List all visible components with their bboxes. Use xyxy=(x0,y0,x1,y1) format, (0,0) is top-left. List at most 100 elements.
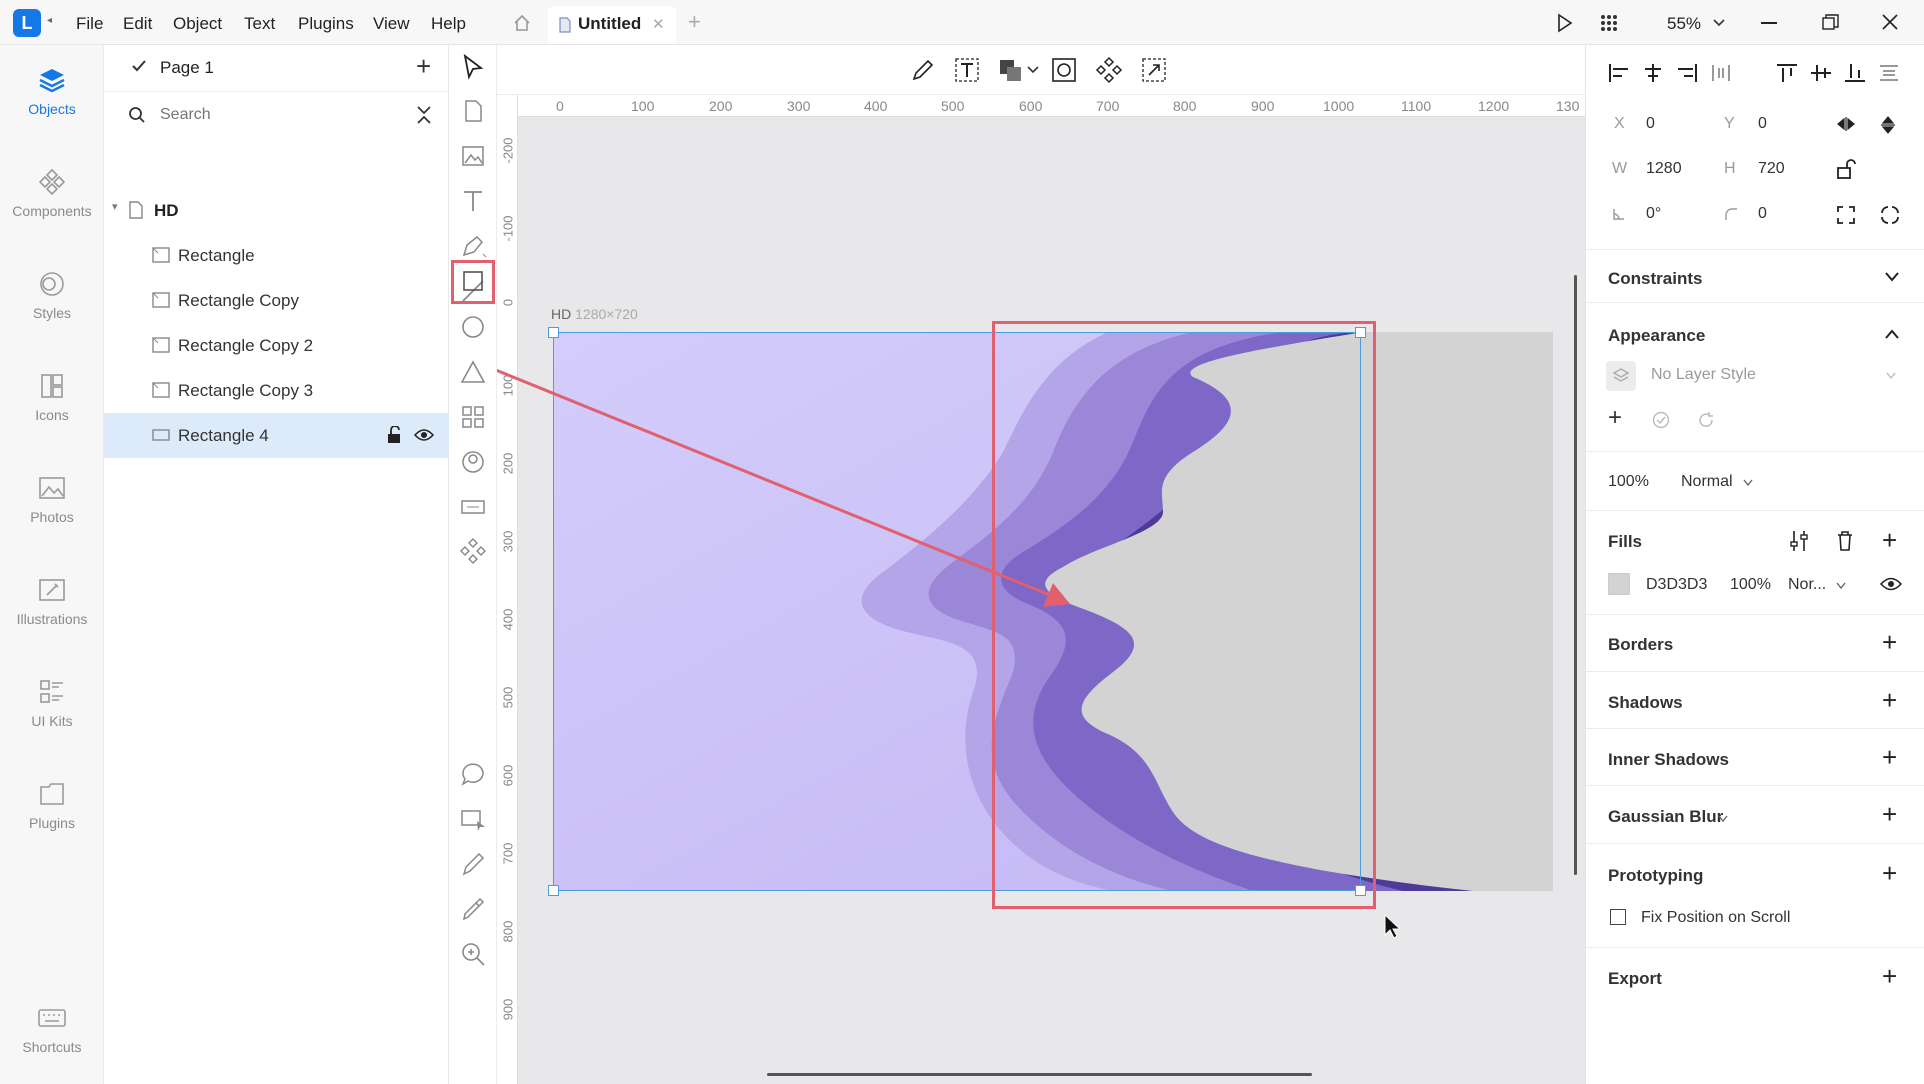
text-frame-icon[interactable] xyxy=(953,56,981,84)
pen-tool-icon[interactable] xyxy=(459,232,487,260)
hotspot-tool-icon[interactable] xyxy=(459,805,487,833)
boolean-union-icon[interactable] xyxy=(997,56,1025,84)
chevron-down-icon[interactable] xyxy=(1884,271,1900,283)
menu-view[interactable]: View xyxy=(373,14,410,34)
text-tool-icon[interactable] xyxy=(459,187,487,215)
add-export-icon[interactable]: + xyxy=(1882,961,1897,992)
grid-apps-icon[interactable] xyxy=(1600,14,1618,32)
appearance-header[interactable]: Appearance xyxy=(1608,326,1705,346)
flip-horizontal-icon[interactable] xyxy=(1836,116,1856,132)
comment-tool-icon[interactable] xyxy=(459,760,487,788)
corners-independent-icon[interactable] xyxy=(1836,205,1856,225)
add-page-icon[interactable]: + xyxy=(416,51,431,82)
corners-smooth-icon[interactable] xyxy=(1880,205,1900,225)
expand-caret-icon[interactable]: ▾ xyxy=(112,200,118,213)
page-selector[interactable]: Page 1 + xyxy=(104,45,449,90)
create-component-icon[interactable] xyxy=(1095,56,1123,84)
resize-frame-icon[interactable] xyxy=(1140,56,1168,84)
inner-shadows-header[interactable]: Inner Shadows xyxy=(1608,750,1729,770)
layer-item[interactable]: Rectangle Copy xyxy=(104,278,449,323)
shadows-header[interactable]: Shadows xyxy=(1608,693,1683,713)
app-logo[interactable]: L xyxy=(13,9,41,37)
menu-text[interactable]: Text xyxy=(244,14,275,34)
gaussian-blur-header[interactable]: Gaussian Blur xyxy=(1608,807,1723,827)
align-middle-v-icon[interactable] xyxy=(1810,63,1832,83)
blend-mode-select[interactable]: Normal xyxy=(1681,473,1733,491)
height-input[interactable]: 720 xyxy=(1758,160,1785,178)
logo-caret-icon[interactable]: ◂ xyxy=(47,15,52,26)
minimize-icon[interactable] xyxy=(1761,22,1777,24)
layer-artboard-hd[interactable]: ▾ HD xyxy=(104,188,449,233)
rail-item-photos[interactable]: Photos xyxy=(0,473,104,525)
distribute-horizontal-icon[interactable] xyxy=(1710,63,1732,83)
fix-position-checkbox[interactable] xyxy=(1610,909,1626,925)
add-prototype-icon[interactable]: + xyxy=(1882,858,1897,889)
prototyping-header[interactable]: Prototyping xyxy=(1608,866,1703,886)
align-left-icon[interactable] xyxy=(1608,63,1630,83)
layer-style-chevron-icon[interactable] xyxy=(1886,372,1896,380)
align-center-h-icon[interactable] xyxy=(1642,63,1664,83)
restore-icon[interactable] xyxy=(1822,14,1839,31)
fill-blend-select[interactable]: Nor... xyxy=(1788,576,1826,594)
distribute-vertical-icon[interactable] xyxy=(1878,63,1900,83)
image-tool-icon[interactable] xyxy=(459,142,487,170)
add-style-icon[interactable]: + xyxy=(1608,404,1622,432)
menu-help[interactable]: Help xyxy=(431,14,466,34)
layer-item[interactable]: Rectangle xyxy=(104,233,449,278)
add-blur-icon[interactable]: + xyxy=(1882,799,1897,830)
layer-item[interactable]: Rectangle Copy 3 xyxy=(104,368,449,413)
width-input[interactable]: 1280 xyxy=(1646,160,1682,178)
new-tab-icon[interactable]: + xyxy=(688,9,701,35)
collapse-all-icon[interactable] xyxy=(416,105,432,125)
flip-vertical-icon[interactable] xyxy=(1880,115,1896,135)
align-top-icon[interactable] xyxy=(1776,63,1798,83)
add-shadow-icon[interactable]: + xyxy=(1882,685,1897,716)
refresh-icon[interactable] xyxy=(1697,411,1715,429)
layer-item-selected[interactable]: Rectangle 4 xyxy=(104,413,449,458)
menu-plugins[interactable]: Plugins xyxy=(298,14,354,34)
canvas[interactable]: 0 100 200 300 400 500 600 700 800 900 10… xyxy=(497,95,1585,1084)
layer-search-input[interactable] xyxy=(160,101,390,129)
vertical-scrollbar[interactable] xyxy=(1574,275,1577,875)
fill-settings-icon[interactable] xyxy=(1789,530,1809,552)
rail-item-components[interactable]: Components xyxy=(0,167,104,219)
blur-chevron-icon[interactable] xyxy=(1718,815,1728,823)
rail-item-styles[interactable]: Styles xyxy=(0,269,104,321)
check-circle-icon[interactable] xyxy=(1652,411,1670,429)
fill-hex-input[interactable]: D3D3D3 xyxy=(1646,576,1707,594)
play-icon[interactable] xyxy=(1556,13,1574,33)
horizontal-scrollbar[interactable] xyxy=(767,1073,1312,1076)
fill-visibility-eye-icon[interactable] xyxy=(1880,576,1902,592)
borders-header[interactable]: Borders xyxy=(1608,635,1673,655)
grid-tool-icon[interactable] xyxy=(459,403,487,431)
rotation-input[interactable]: 0° xyxy=(1646,205,1661,223)
unlock-icon[interactable] xyxy=(386,426,402,444)
home-icon[interactable] xyxy=(512,13,532,33)
export-header[interactable]: Export xyxy=(1608,969,1662,989)
rectangle-tool-icon[interactable] xyxy=(459,267,487,295)
rail-item-shortcuts[interactable]: Shortcuts xyxy=(0,1003,104,1055)
add-border-icon[interactable]: + xyxy=(1882,627,1897,658)
layer-style-select[interactable]: No Layer Style xyxy=(1651,366,1756,384)
fill-blend-chevron-icon[interactable] xyxy=(1836,582,1846,590)
artboard-tool-icon[interactable] xyxy=(459,97,487,125)
radius-input[interactable]: 0 xyxy=(1758,205,1767,223)
x-input[interactable]: 0 xyxy=(1646,115,1655,133)
close-tab-icon[interactable]: ✕ xyxy=(652,15,665,33)
mask-icon[interactable] xyxy=(1050,56,1078,84)
add-inner-shadow-icon[interactable]: + xyxy=(1882,742,1897,773)
menu-file[interactable]: File xyxy=(76,14,103,34)
menu-object[interactable]: Object xyxy=(173,14,222,34)
pencil-tool-icon[interactable] xyxy=(459,850,487,878)
triangle-tool-icon[interactable] xyxy=(459,358,487,386)
layer-style-swatch[interactable] xyxy=(1606,361,1636,391)
zoom-tool-icon[interactable] xyxy=(459,940,487,968)
close-window-icon[interactable] xyxy=(1881,13,1899,31)
button-tool-icon[interactable] xyxy=(459,493,487,521)
constraints-header[interactable]: Constraints xyxy=(1608,269,1702,289)
eyedropper-tool-icon[interactable] xyxy=(459,895,487,923)
trash-icon[interactable] xyxy=(1836,530,1854,552)
rail-item-ui-kits[interactable]: UI Kits xyxy=(0,677,104,729)
boolean-chevron-down-icon[interactable] xyxy=(1027,65,1039,75)
opacity-input[interactable]: 100% xyxy=(1608,473,1649,491)
